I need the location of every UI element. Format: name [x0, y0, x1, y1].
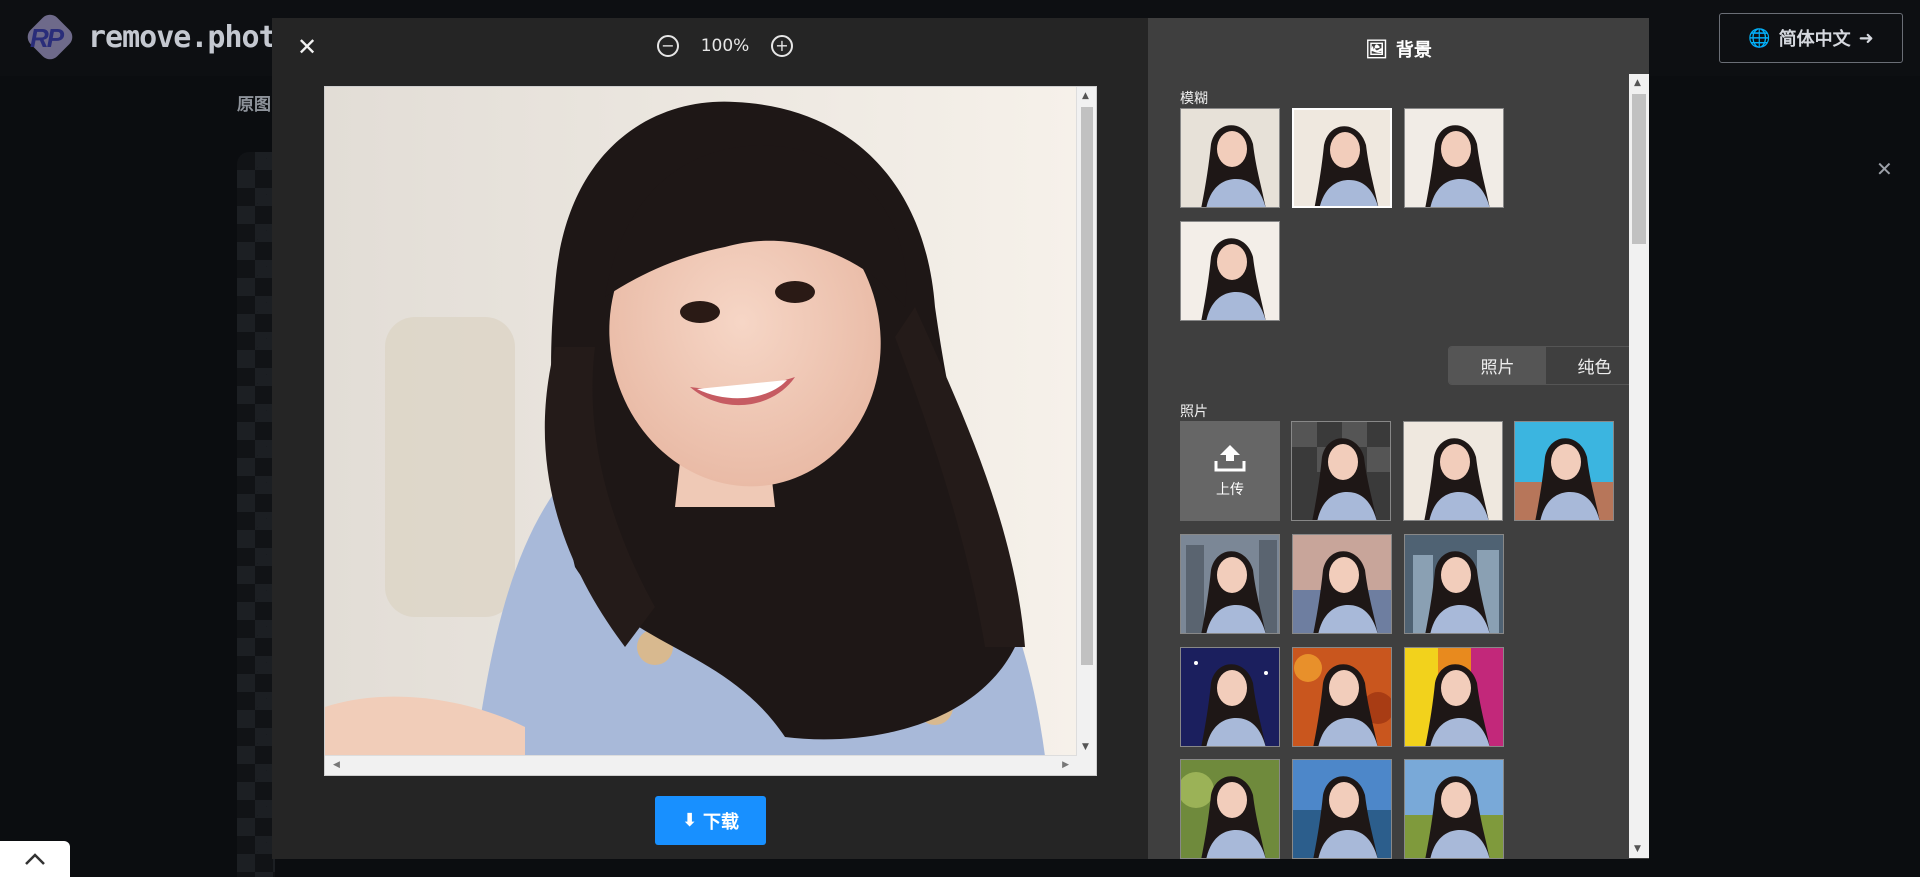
download-icon: ⬇	[681, 810, 698, 831]
language-label: 简体中文	[1778, 29, 1851, 50]
panel-scrollbar[interactable]: ▲ ▼	[1629, 74, 1649, 858]
viewer-horizontal-scrollbar[interactable]: ◀ ▶	[325, 755, 1077, 775]
scroll-up-arrow-icon[interactable]: ▲	[1634, 78, 1641, 88]
background-option[interactable]	[1404, 647, 1504, 747]
background-option[interactable]	[1404, 759, 1504, 859]
panel-scroll-thumb[interactable]	[1632, 94, 1646, 244]
upload-button[interactable]: 上传	[1180, 421, 1280, 521]
blur-section-label: 模糊	[1180, 91, 1208, 107]
scroll-left-arrow-icon[interactable]: ◀	[333, 760, 340, 770]
panel-title-text: 背景	[1395, 40, 1432, 61]
zoom-controls: − 100% +	[657, 35, 793, 57]
image-stack-icon: 🖼	[1365, 38, 1388, 60]
background-option[interactable]	[1292, 759, 1392, 859]
background-option[interactable]	[1292, 534, 1392, 634]
scroll-down-arrow-icon[interactable]: ▼	[1082, 742, 1089, 752]
blur-option[interactable]	[1180, 108, 1280, 208]
edit-modal: ✕ − 100% + ▲ ▼ ◀ ▶ ⬇ 下载 🖼 背景 模糊 照片 纯色 照片…	[272, 18, 1649, 859]
logo[interactable]: RP remove.photos	[23, 10, 311, 64]
background-option[interactable]	[1180, 647, 1280, 747]
original-label: 原图	[237, 95, 271, 115]
close-icon[interactable]: ✕	[1876, 157, 1893, 181]
panel-title: 🖼 背景	[1148, 32, 1649, 66]
upload-icon	[1214, 445, 1246, 472]
background-option[interactable]	[1291, 421, 1391, 521]
blur-option[interactable]	[1180, 221, 1280, 321]
transparent-preview	[237, 152, 275, 877]
photo-section-label: 照片	[1180, 404, 1208, 420]
download-button[interactable]: ⬇ 下载	[655, 796, 766, 845]
language-button[interactable]: 🌐 简体中文 ➜	[1719, 13, 1903, 63]
scroll-down-arrow-icon[interactable]: ▼	[1634, 844, 1641, 854]
background-option[interactable]	[1403, 421, 1503, 521]
edited-photo	[325, 87, 1077, 756]
download-label: 下载	[703, 811, 740, 833]
background-option[interactable]	[1180, 534, 1280, 634]
tab-photo[interactable]: 照片	[1449, 347, 1546, 384]
image-viewer[interactable]: ▲ ▼ ◀ ▶	[324, 86, 1097, 776]
upload-label: 上传	[1216, 482, 1244, 498]
arrow-right-icon: ➜	[1858, 27, 1874, 49]
background-type-tabs: 照片 纯色	[1448, 346, 1644, 385]
background-option[interactable]	[1514, 421, 1614, 521]
scroll-right-arrow-icon[interactable]: ▶	[1062, 760, 1069, 770]
close-icon[interactable]: ✕	[294, 33, 320, 61]
background-panel: 🖼 背景 模糊 照片 纯色 照片 上传 ▲ ▼	[1148, 18, 1649, 859]
chevron-up-icon	[25, 853, 45, 865]
scroll-up-arrow-icon[interactable]: ▲	[1082, 91, 1089, 101]
logo-badge: RP	[23, 10, 77, 64]
viewer-vertical-scrollbar[interactable]: ▲ ▼	[1076, 87, 1096, 756]
globe-icon: 🌐	[1748, 27, 1771, 49]
blur-option[interactable]	[1404, 108, 1504, 208]
scroll-thumb[interactable]	[1081, 107, 1093, 665]
zoom-out-icon[interactable]: −	[657, 35, 679, 57]
logo-letters: RP	[30, 23, 64, 53]
background-option[interactable]	[1180, 759, 1280, 859]
background-option[interactable]	[1292, 647, 1392, 747]
background-option[interactable]	[1404, 534, 1504, 634]
scroll-top-button[interactable]	[0, 841, 70, 877]
zoom-level: 100%	[700, 36, 750, 56]
zoom-in-icon[interactable]: +	[771, 35, 793, 57]
blur-option-selected[interactable]	[1292, 108, 1392, 208]
